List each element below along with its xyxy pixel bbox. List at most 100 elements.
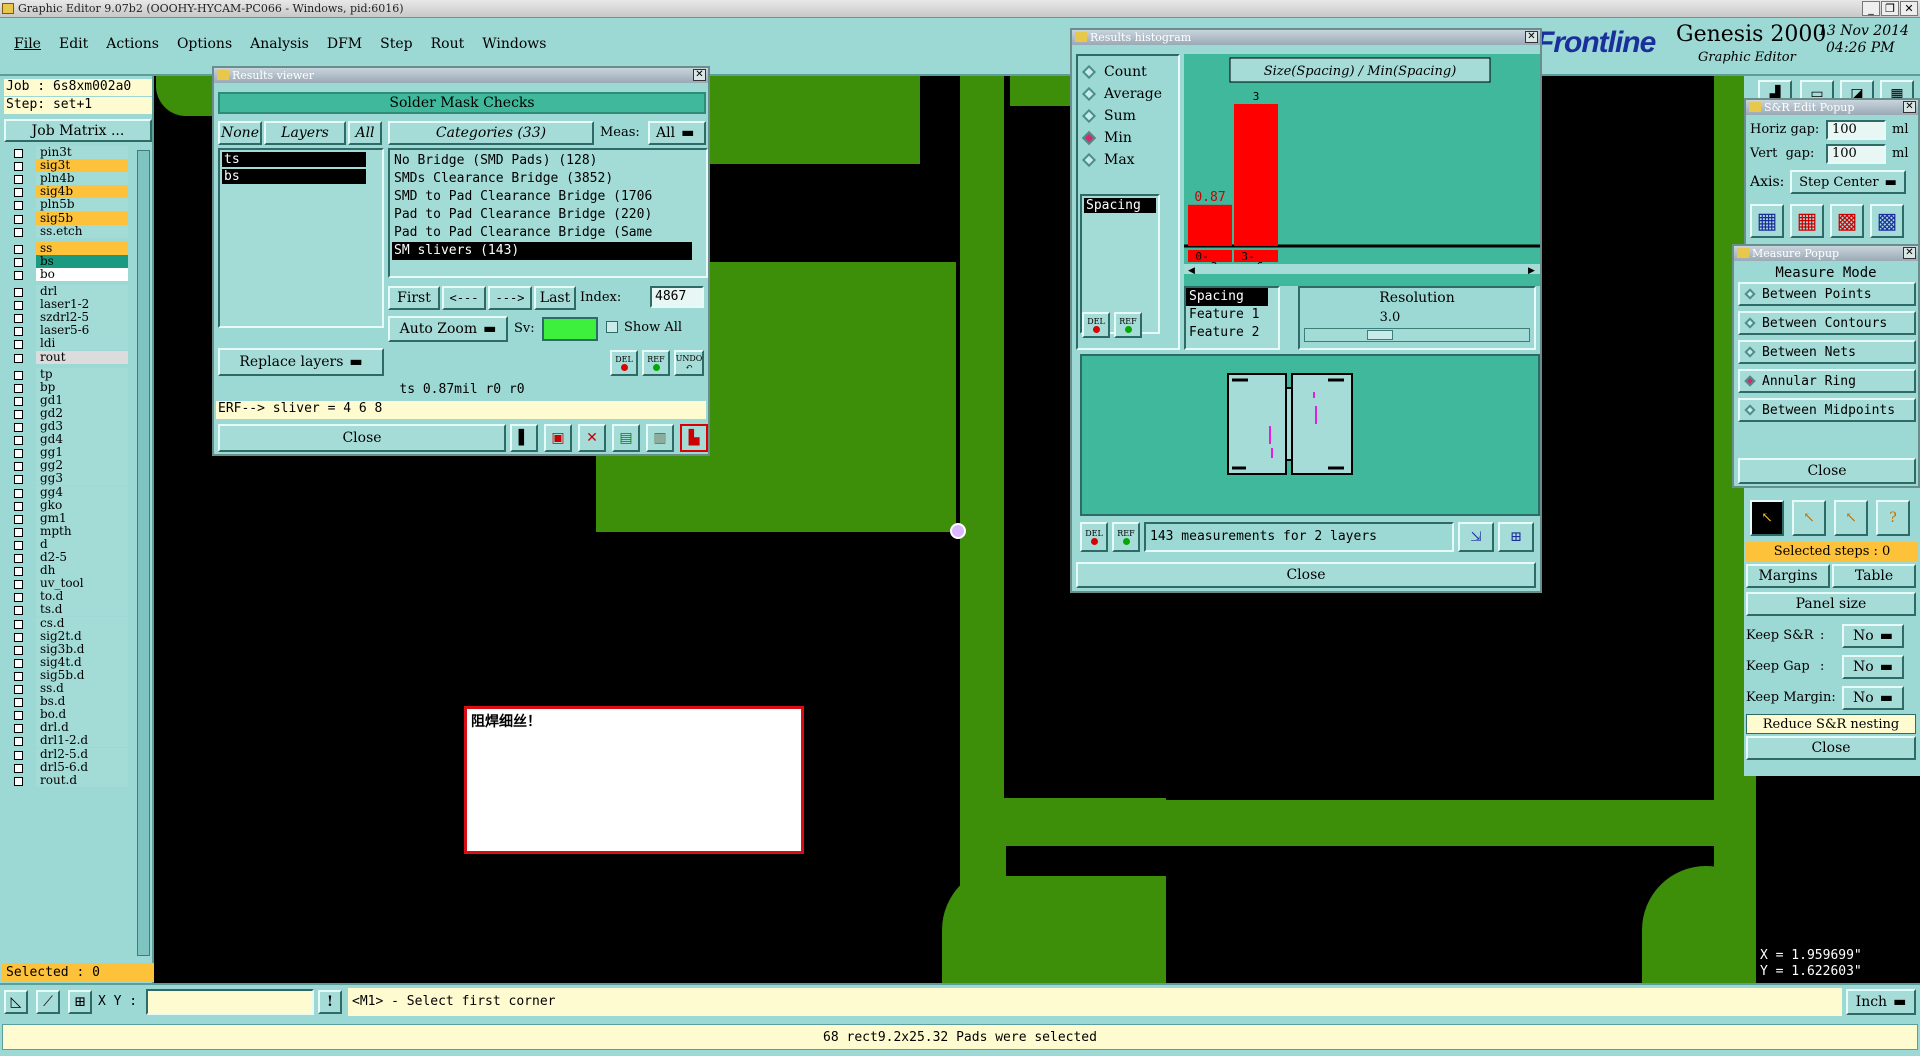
layer-row[interactable]: tp	[6, 367, 128, 382]
replace-layers-dropdown[interactable]: Replace layers ▬	[218, 348, 384, 376]
zoom-region-icon[interactable]: ⊞	[1498, 522, 1534, 552]
menu-analysis[interactable]: Analysis	[250, 36, 309, 52]
close-icon[interactable]: ✕	[693, 69, 706, 81]
layer-name[interactable]: szdrl2-5	[36, 311, 128, 325]
layer-name[interactable]: sig2t.d	[36, 629, 128, 643]
layer-checkbox[interactable]	[14, 314, 23, 324]
layer-name[interactable]: laser1-2	[36, 298, 128, 312]
alert-icon[interactable]: !	[318, 990, 342, 1014]
reduce-nesting[interactable]: Reduce S&R nesting	[1746, 714, 1916, 734]
layer-name[interactable]: gg2	[36, 459, 128, 473]
layer-checkbox[interactable]	[14, 214, 23, 224]
layer-checkbox[interactable]	[14, 488, 23, 498]
field-item-spacing[interactable]: Spacing	[1186, 288, 1268, 306]
layer-checkbox[interactable]	[14, 567, 23, 577]
layer-checkbox[interactable]	[14, 257, 23, 267]
layer-row[interactable]: uv_tool	[6, 577, 128, 591]
layer-checkbox[interactable]	[14, 711, 23, 721]
layer-checkbox[interactable]	[14, 175, 23, 185]
layer-checkbox[interactable]	[14, 201, 23, 211]
layer-row[interactable]: ss.d	[6, 682, 128, 696]
layer-checkbox[interactable]	[14, 540, 23, 550]
slider-thumb[interactable]	[1367, 330, 1393, 340]
table-button[interactable]: Table	[1832, 564, 1916, 588]
layer-name[interactable]: ss.etch	[36, 224, 128, 238]
param-item[interactable]: Spacing	[1084, 198, 1156, 213]
layer-name[interactable]: drl2-5.d	[36, 747, 128, 761]
stat-option[interactable]: Min	[1081, 128, 1178, 150]
pattern-icon[interactable]: ▦	[1790, 204, 1824, 238]
ref-button[interactable]: REF	[642, 350, 670, 376]
layer-row[interactable]: rout.d	[6, 773, 128, 788]
layer-name[interactable]: gko	[36, 498, 128, 512]
margins-button[interactable]: Margins	[1746, 564, 1830, 588]
layer-checkbox[interactable]	[14, 423, 23, 432]
menu-edit[interactable]: Edit	[59, 36, 88, 52]
layer-checkbox[interactable]	[14, 383, 23, 393]
layer-name[interactable]: sig4b	[36, 185, 128, 199]
layer-name[interactable]: bp	[36, 380, 128, 394]
layer-checkbox[interactable]	[14, 162, 23, 172]
none-button[interactable]: None	[218, 121, 262, 145]
layer-checkbox[interactable]	[14, 436, 23, 446]
stat-option[interactable]: Count	[1081, 62, 1178, 84]
radio-icon[interactable]	[1081, 86, 1097, 102]
layer-checkbox[interactable]	[14, 645, 23, 655]
layer-row[interactable]: gd4	[6, 433, 128, 447]
layer-name[interactable]: dh	[36, 564, 128, 578]
layer-name[interactable]: pln5b	[36, 198, 128, 212]
minimize-button[interactable]: _	[1862, 1, 1880, 16]
layer-checkbox[interactable]	[14, 288, 23, 297]
maximize-button[interactable]: ❐	[1881, 1, 1899, 16]
tool-icon-1[interactable]: ▌	[510, 424, 538, 452]
layer-row[interactable]: ss	[6, 241, 128, 256]
layer-row[interactable]: gg2	[6, 459, 128, 473]
menu-windows[interactable]: Windows	[482, 36, 546, 52]
layer-name[interactable]: gd3	[36, 420, 128, 433]
last-button[interactable]: Last	[534, 286, 576, 310]
job-matrix-button[interactable]: Job Matrix ...	[4, 119, 152, 142]
layer-row[interactable]: ts.d	[6, 603, 128, 617]
layer-checkbox[interactable]	[14, 244, 23, 254]
layer-name[interactable]: tp	[36, 367, 128, 381]
category-item[interactable]: Pad to Pad Clearance Bridge (Same	[392, 224, 692, 242]
layer-checkbox[interactable]	[14, 593, 23, 603]
layer-row[interactable]: bo	[6, 267, 128, 282]
layer-name[interactable]: ss.d	[36, 682, 128, 695]
pattern-icon[interactable]: ▦	[1750, 204, 1784, 238]
layer-name[interactable]: drl.d	[36, 721, 128, 735]
sr-close-button[interactable]: Close	[1746, 736, 1916, 760]
stat-option[interactable]: Max	[1081, 150, 1178, 172]
del-button[interactable]: DEL	[610, 350, 638, 376]
layer-row[interactable]: gd2	[6, 406, 128, 421]
axis-dropdown[interactable]: Step Center ▬	[1790, 170, 1906, 194]
hist-del-button[interactable]: DEL	[1082, 312, 1110, 338]
layer-name[interactable]: drl1-2.d	[36, 734, 128, 748]
layer-checkbox[interactable]	[14, 409, 23, 419]
undo-button[interactable]: UNDO ↶	[674, 350, 704, 376]
layer-name[interactable]: sig5b.d	[36, 668, 128, 682]
layer-list-item[interactable]: bs	[222, 169, 366, 184]
layer-checkbox[interactable]	[14, 737, 23, 747]
menu-actions[interactable]: Actions	[106, 36, 159, 52]
vert-gap-field[interactable]: 100	[1826, 144, 1886, 164]
snap-icon[interactable]: ⟋	[36, 990, 60, 1014]
category-item[interactable]: No Bridge (SMD Pads) (128)	[392, 152, 692, 170]
histogram-bar[interactable]	[1188, 204, 1232, 246]
report-icon[interactable]: ▥	[646, 424, 674, 452]
index-field[interactable]: 4867	[650, 286, 704, 308]
menu-options[interactable]: Options	[177, 36, 232, 52]
radio-icon[interactable]	[1081, 130, 1097, 146]
unit-dropdown[interactable]: Inch ▬	[1846, 989, 1916, 1015]
radio-icon[interactable]	[1744, 375, 1756, 387]
measure-mode-option[interactable]: Between Contours	[1738, 311, 1916, 335]
next-button[interactable]: --->	[488, 286, 532, 310]
layer-name[interactable]: d	[36, 537, 128, 551]
resolution-slider[interactable]	[1304, 328, 1530, 342]
layer-row[interactable]: ldi	[6, 337, 128, 351]
layer-row[interactable]: gd3	[6, 420, 128, 434]
measure-close-button[interactable]: Close	[1738, 458, 1916, 484]
hist-ref-button[interactable]: REF	[1114, 312, 1142, 338]
layer-name[interactable]: drl5-6.d	[36, 760, 128, 774]
layer-checkbox[interactable]	[14, 606, 23, 616]
